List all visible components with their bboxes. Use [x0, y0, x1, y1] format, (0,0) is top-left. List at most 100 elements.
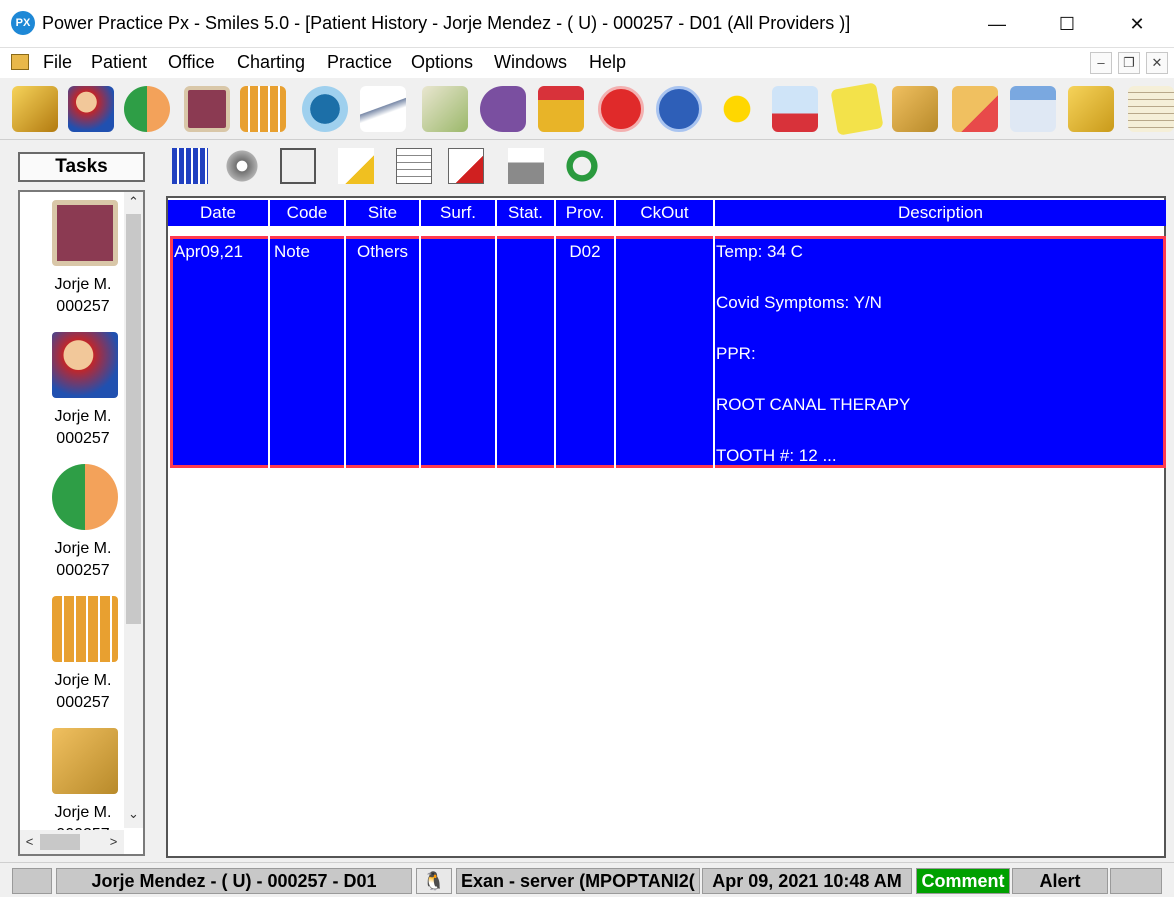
column-header-date[interactable]: Date — [168, 200, 270, 226]
cell-stat — [497, 236, 556, 468]
edi-icon[interactable] — [480, 86, 526, 132]
status-blank — [1110, 868, 1162, 894]
menu-patient[interactable]: Patient — [91, 52, 147, 73]
treatment-plan-icon[interactable] — [422, 86, 468, 132]
column-header-code[interactable]: Code — [270, 200, 346, 226]
description-line: ROOT CANAL THERAPY — [716, 395, 911, 414]
open-folder-icon[interactable] — [12, 86, 58, 132]
app-logo-icon: PX — [11, 11, 35, 35]
documents-icon[interactable] — [892, 86, 938, 132]
scroll-thumb[interactable] — [126, 214, 141, 624]
menu-help[interactable]: Help — [589, 52, 626, 73]
user-icon: 🐧 — [416, 868, 452, 894]
delete-note-icon[interactable] — [448, 148, 484, 184]
patients-icon[interactable] — [68, 86, 114, 132]
task-item-patients[interactable]: Jorje M. 000257 — [20, 330, 120, 458]
alert-button[interactable]: Alert — [1012, 868, 1108, 894]
scroll-thumb[interactable] — [40, 834, 80, 850]
tasks-vertical-scrollbar[interactable]: ⌃ ⌄ — [124, 192, 143, 828]
tasks-list: Jorje M. 000257 Jorje M. 000257 Jorje M.… — [18, 190, 145, 856]
cancel-icon[interactable] — [598, 86, 644, 132]
scroll-down-icon[interactable]: ⌄ — [124, 804, 143, 824]
help-icon[interactable] — [656, 86, 702, 132]
window-title: Power Practice Px - Smiles 5.0 - [Patien… — [42, 13, 851, 33]
task-item-history[interactable]: Jorje M. 000257 — [20, 198, 120, 326]
patient-history-pane: Date Code Site Surf. Stat. Prov. CkOut D… — [160, 140, 1174, 858]
title-bar: PX Power Practice Px - Smiles 5.0 - [Pat… — [0, 0, 1174, 48]
chart-icon — [52, 596, 118, 662]
task-item-payment[interactable]: Jorje M. 000257 — [20, 462, 120, 590]
status-datetime: Apr 09, 2021 10:48 AM — [702, 868, 912, 894]
settings-gears-icon[interactable] — [224, 148, 260, 184]
scroll-left-icon[interactable]: < — [20, 832, 39, 852]
cell-code: Note — [270, 236, 346, 468]
payment-icon[interactable] — [124, 86, 170, 132]
status-patient: Jorje Mendez - ( U) - 000257 - D01 — [56, 868, 412, 894]
minimize-button[interactable]: — — [962, 0, 1032, 48]
favorite-star-icon[interactable] — [714, 86, 760, 132]
imaging-icon[interactable] — [302, 86, 348, 132]
history-grid: Date Code Site Surf. Stat. Prov. CkOut D… — [166, 196, 1166, 858]
grid-header: Date Code Site Surf. Stat. Prov. CkOut D… — [168, 200, 1166, 226]
maximize-button[interactable]: ☐ — [1032, 0, 1102, 48]
description-line: Covid Symptoms: Y/N — [716, 293, 882, 312]
calendar-grid-icon[interactable] — [172, 148, 208, 184]
mail-icon[interactable] — [360, 86, 406, 132]
edit-note-icon[interactable] — [338, 148, 374, 184]
column-header-site[interactable]: Site — [346, 200, 421, 226]
child-minimize-button[interactable]: – — [1090, 52, 1112, 74]
close-button[interactable]: ✕ — [1102, 0, 1172, 48]
column-header-description[interactable]: Description — [715, 200, 1166, 226]
child-close-button[interactable]: ✕ — [1146, 52, 1168, 74]
history-book-icon[interactable] — [184, 86, 230, 132]
status-user: Exan - server (MPOPTANI2( — [456, 868, 700, 894]
menu-bar: File Patient Office Charting Practice Op… — [0, 48, 1174, 78]
camera-icon[interactable] — [12, 868, 52, 894]
menu-practice[interactable]: Practice — [327, 52, 392, 73]
column-header-ckout[interactable]: CkOut — [616, 200, 715, 226]
menu-office[interactable]: Office — [168, 52, 215, 73]
calculator-icon[interactable] — [1010, 86, 1056, 132]
new-note-icon[interactable] — [396, 148, 432, 184]
menu-windows[interactable]: Windows — [494, 52, 567, 73]
task-item-chart[interactable]: Jorje M. 000257 — [20, 594, 120, 722]
history-book-icon — [52, 200, 118, 266]
menu-file[interactable]: File — [43, 52, 72, 73]
document-menu-icon[interactable] — [11, 54, 29, 70]
column-header-stat[interactable]: Stat. — [497, 200, 556, 226]
history-toolbar — [160, 140, 1174, 196]
patients-icon — [52, 332, 118, 398]
column-header-prov[interactable]: Prov. — [556, 200, 616, 226]
scroll-right-icon[interactable]: > — [104, 832, 123, 852]
chart-icon[interactable] — [240, 86, 286, 132]
tasks-horizontal-scrollbar[interactable]: < > — [20, 830, 124, 854]
cell-prov: D02 — [556, 236, 616, 468]
medication-icon[interactable] — [772, 86, 818, 132]
family-icon[interactable] — [280, 148, 316, 184]
cell-site: Others — [346, 236, 421, 468]
cell-ckout — [616, 236, 715, 468]
gift-box-icon[interactable] — [538, 86, 584, 132]
menu-charting[interactable]: Charting — [237, 52, 305, 73]
comment-button[interactable]: Comment — [916, 868, 1010, 894]
notepad-icon[interactable] — [1128, 86, 1174, 132]
dental-folder-icon[interactable] — [952, 86, 998, 132]
notes-icon[interactable] — [830, 82, 884, 136]
column-header-surf[interactable]: Surf. — [421, 200, 497, 226]
child-restore-button[interactable]: ❐ — [1118, 52, 1140, 74]
table-row[interactable]: Apr09,21 Note Others D02 Temp: 34 C Covi… — [170, 236, 1166, 468]
cell-date: Apr09,21 — [170, 236, 270, 468]
print-icon[interactable] — [508, 148, 544, 184]
menu-options[interactable]: Options — [411, 52, 473, 73]
scroll-up-icon[interactable]: ⌃ — [124, 192, 143, 212]
refresh-icon[interactable] — [564, 148, 600, 184]
payment-icon — [52, 464, 118, 530]
tasks-header: Tasks — [18, 152, 145, 182]
description-line: Temp: 34 C — [716, 242, 803, 261]
status-bar: Jorje Mendez - ( U) - 000257 - D01 🐧 Exa… — [0, 862, 1174, 897]
description-line: PPR: — [716, 344, 756, 363]
description-line: TOOTH #: 12 ... — [716, 446, 837, 465]
tasks-panel: Tasks Jorje M. 000257 Jorje M. 000257 Jo… — [12, 148, 148, 858]
file-folder-icon[interactable] — [1068, 86, 1114, 132]
cell-surf — [421, 236, 497, 468]
